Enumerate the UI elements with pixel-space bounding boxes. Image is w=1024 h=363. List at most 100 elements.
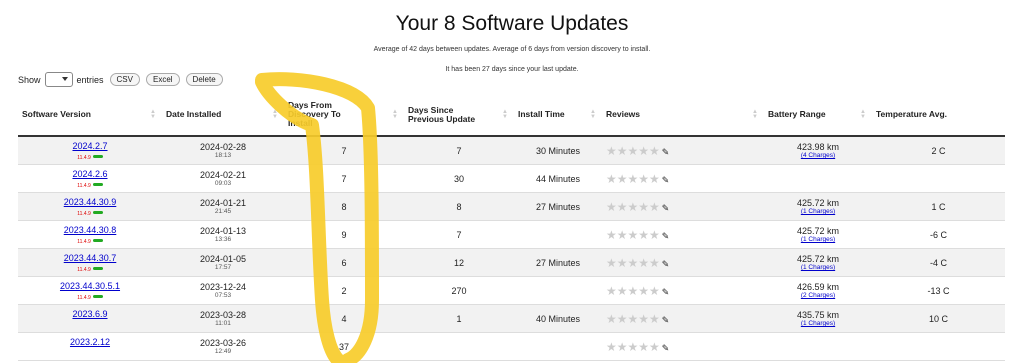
star-rating-icon[interactable]: ★★★★★: [606, 312, 660, 326]
entries-label: entries: [76, 74, 104, 85]
edit-review-icon[interactable]: ✎: [662, 343, 670, 353]
version-link[interactable]: 2023.44.30.9: [22, 197, 158, 207]
col-install-time[interactable]: Install Time ▲ ▼: [514, 94, 602, 137]
version-link[interactable]: 2023.44.30.7: [22, 253, 158, 263]
date-installed: 2024-02-28: [199, 142, 247, 152]
version-tag: 11.4.9: [77, 154, 91, 161]
csv-button[interactable]: CSV: [109, 73, 140, 86]
col-days-from-discovery[interactable]: Days From Discovery To Install ▲ ▼: [284, 94, 404, 137]
battery-cell: 425.72 km (1 Charges): [764, 220, 872, 249]
charges-link[interactable]: (1 Charges): [768, 264, 868, 271]
updates-table: Software Version ▲ ▼ Date Installed ▲ ▼ Days…: [18, 94, 1005, 361]
version-link[interactable]: 2024.2.7: [22, 141, 158, 151]
date-cell: 2024-01-05 17:57: [162, 248, 284, 277]
battery-cell: 426.59 km (2 Charges): [764, 276, 872, 305]
version-cell: 2023.44.30.8 11.4.9: [18, 220, 162, 249]
reviews-cell: ★★★★★ ✎: [602, 136, 764, 165]
install-time-cell: 27 Minutes: [514, 248, 602, 277]
since-cell: 30: [404, 164, 514, 193]
battery-cell: 423.98 km (4 Charges): [764, 136, 872, 165]
excel-button[interactable]: Excel: [145, 73, 180, 86]
star-rating-icon[interactable]: ★★★★★: [606, 284, 660, 298]
sort-icon: ▲ ▼: [392, 109, 398, 120]
star-rating-icon[interactable]: ★★★★★: [606, 144, 660, 158]
install-time-cell: 30 Minutes: [514, 136, 602, 165]
since-cell: 8: [404, 192, 514, 221]
version-tag: 11.4.9: [77, 294, 91, 301]
star-rating-icon[interactable]: ★★★★★: [606, 340, 660, 354]
sort-icon: ▲ ▼: [150, 109, 156, 120]
date-cell: 2023-12-24 07:53: [162, 276, 284, 305]
discovery-cell: 9: [284, 220, 404, 249]
col-reviews[interactable]: Reviews ▲ ▼: [602, 94, 764, 137]
since-cell: 12: [404, 248, 514, 277]
delete-button[interactable]: Delete: [185, 73, 223, 86]
edit-review-icon[interactable]: ✎: [662, 287, 670, 297]
battery-cell: 425.72 km (1 Charges): [764, 192, 872, 221]
leaf-icon: [92, 266, 103, 270]
leaf-icon: [92, 182, 103, 186]
charges-link[interactable]: (1 Charges): [768, 320, 868, 327]
star-rating-icon[interactable]: ★★★★★: [606, 228, 660, 242]
install-time-cell: 44 Minutes: [514, 164, 602, 193]
col-battery-range[interactable]: Battery Range ▲ ▼: [764, 94, 872, 137]
edit-review-icon[interactable]: ✎: [662, 147, 670, 157]
battery-range: 435.75 km: [796, 310, 840, 320]
table-row: 2024.2.6 11.4.9 2024-02-21 09:03 7 30 44 Minut…: [18, 164, 1005, 193]
temperature-cell: -6 C: [872, 220, 1005, 249]
sort-icon: ▲ ▼: [860, 109, 866, 120]
reviews-cell: ★★★★★ ✎: [602, 332, 764, 361]
version-link[interactable]: 2024.2.6: [22, 169, 158, 179]
discovery-cell: 7: [284, 136, 404, 165]
edit-review-icon[interactable]: ✎: [662, 259, 670, 269]
leaf-icon: [92, 294, 103, 298]
version-cell: 2023.6.9: [18, 304, 162, 333]
version-cell: 2024.2.6 11.4.9: [18, 164, 162, 193]
version-cell: 2023.2.12: [18, 332, 162, 361]
version-tag: 11.4.9: [77, 238, 91, 245]
star-rating-icon[interactable]: ★★★★★: [606, 256, 660, 270]
summary-text: Average of 42 days between updates. Aver…: [373, 46, 651, 53]
sort-icon: ▲ ▼: [272, 109, 278, 120]
date-installed: 2024-01-21: [199, 198, 247, 208]
version-link[interactable]: 2023.6.9: [22, 309, 158, 319]
discovery-cell: 7: [284, 164, 404, 193]
entries-select[interactable]: [44, 72, 73, 87]
version-cell: 2023.44.30.5.1 11.4.9: [18, 276, 162, 305]
edit-review-icon[interactable]: ✎: [662, 203, 670, 213]
charges-link[interactable]: (1 Charges): [768, 208, 868, 215]
time-installed: 11:01: [215, 320, 231, 327]
discovery-cell: 6: [284, 248, 404, 277]
time-installed: 09:03: [214, 180, 232, 187]
col-software-version[interactable]: Software Version ▲ ▼: [18, 94, 162, 137]
battery-cell: [764, 332, 872, 361]
install-time-cell: [514, 220, 602, 249]
charges-link[interactable]: (4 Charges): [768, 152, 868, 159]
leaf-icon: [92, 238, 103, 242]
since-cell: [404, 332, 514, 361]
show-label: Show: [18, 74, 41, 85]
table-controls: Show entries CSV Excel Delete: [18, 72, 223, 87]
leaf-icon: [92, 210, 103, 214]
since-cell: 7: [404, 220, 514, 249]
reviews-cell: ★★★★★ ✎: [602, 192, 764, 221]
edit-review-icon[interactable]: ✎: [662, 175, 670, 185]
col-date-installed[interactable]: Date Installed ▲ ▼: [162, 94, 284, 137]
edit-review-icon[interactable]: ✎: [662, 315, 670, 325]
discovery-cell: 2: [284, 276, 404, 305]
edit-review-icon[interactable]: ✎: [662, 231, 670, 241]
version-link[interactable]: 2023.2.12: [22, 337, 158, 347]
leaf-icon: [92, 154, 103, 158]
version-link[interactable]: 2023.44.30.5.1: [22, 281, 158, 291]
sort-icon: ▲ ▼: [752, 109, 758, 120]
col-days-since-previous[interactable]: Days Since Previous Update ▲ ▼: [404, 94, 514, 137]
battery-range: 425.72 km: [796, 198, 840, 208]
charges-link[interactable]: (1 Charges): [768, 236, 868, 243]
star-rating-icon[interactable]: ★★★★★: [606, 200, 660, 214]
star-rating-icon[interactable]: ★★★★★: [606, 172, 660, 186]
version-link[interactable]: 2023.44.30.8: [22, 225, 158, 235]
table-row: 2023.44.30.5.1 11.4.9 2023-12-24 07:53 2 270 ★…: [18, 276, 1005, 305]
col-temperature-avg[interactable]: Temperature Avg.: [872, 94, 1005, 137]
date-cell: 2024-01-21 21:45: [162, 192, 284, 221]
charges-link[interactable]: (2 Charges): [768, 292, 868, 299]
